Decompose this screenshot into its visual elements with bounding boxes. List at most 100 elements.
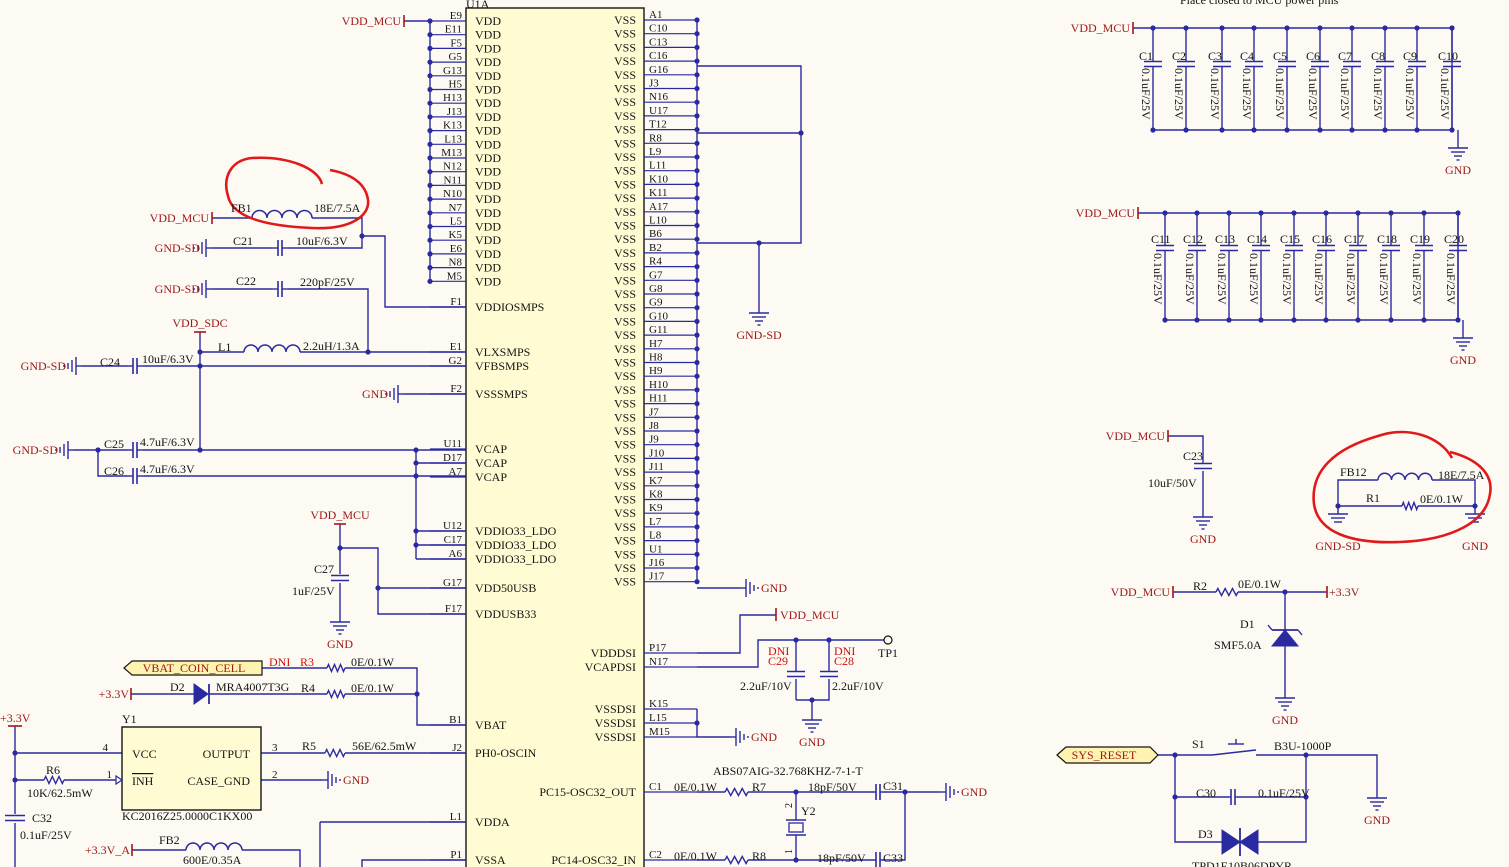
junction-dot (197, 447, 203, 453)
junction-dot (694, 99, 700, 105)
ic-pin-number: K9 (649, 502, 663, 514)
junction-dot (694, 277, 700, 283)
net-gnd-label: GND-SD (21, 359, 67, 373)
wire (696, 709, 730, 738)
net-power-label: VDD_MCU (1076, 206, 1136, 220)
ic-pin-name: VSS (614, 27, 636, 41)
junction-dot (1355, 210, 1361, 216)
decap-value: 0.1uF/25V (1438, 68, 1452, 120)
ic-pin-number: G16 (649, 64, 668, 76)
junction-dot (694, 332, 700, 338)
ic-pin-number: J3 (649, 78, 659, 90)
ic-pin-name: VDD (475, 83, 501, 97)
r6-ref: R6 (46, 763, 60, 777)
junction-dot (694, 17, 700, 23)
tvs-diode-d1 (1270, 629, 1300, 647)
y1-pin-case-gnd: CASE_GND (187, 774, 250, 788)
c26-ref: C26 (104, 464, 124, 478)
junction-dot (694, 113, 700, 119)
ic-pin-name: VBAT (475, 718, 507, 732)
junction-dot (694, 181, 700, 187)
resistor-symbol (326, 662, 346, 674)
fb1-value: 18E/7.5A (314, 201, 361, 215)
r2-value: 0E/0.1W (1238, 577, 1282, 591)
ic-pin-name: VDD50USB (475, 581, 536, 595)
ic-pin-number: E6 (450, 243, 463, 255)
decap-value: 0.1uF/25V (1240, 68, 1254, 120)
junction-dot (793, 637, 799, 643)
fb12-value: 18E/7.5A (1438, 468, 1485, 482)
ic-pin-name: VSS (614, 328, 636, 342)
ic-pin-number: F2 (450, 383, 462, 395)
ic-pin-name: PC15-OSC32_OUT (539, 785, 636, 799)
ic-pin-number: J8 (649, 420, 659, 432)
c22-value: 220pF/25V (300, 275, 355, 289)
ic-pin-number: J9 (649, 434, 659, 446)
y2-ref: Y2 (801, 804, 816, 818)
ic-pin-name: VDD (475, 178, 501, 192)
s1-ref: S1 (1192, 737, 1205, 751)
ic-pin-name: VSS (614, 561, 636, 575)
net-power-label: +3.3V (1329, 585, 1360, 599)
junction-dot (427, 210, 433, 216)
ic-pin-number: H7 (649, 338, 663, 350)
junction-dot (694, 85, 700, 92)
ic-pin-name: VSS (614, 451, 636, 465)
c29-value: 2.2uF/10V (740, 679, 792, 693)
junction-dot (1335, 503, 1341, 509)
ic-pin-number: F5 (450, 37, 462, 49)
d2-ref: D2 (170, 680, 185, 694)
ic-pin-number: J11 (649, 461, 664, 473)
decap-ref: C16 (1312, 232, 1332, 246)
junction-dot (1414, 25, 1420, 31)
ic-pin-name: VSS (614, 150, 636, 164)
ic-pin-number: L7 (649, 516, 662, 528)
symbol-stroke (1267, 624, 1273, 631)
ic-pin-name: VSSA (475, 853, 506, 867)
junction-dot (427, 182, 433, 188)
decap-ref: C13 (1215, 232, 1235, 246)
ic-pin-name: VSS (614, 314, 636, 328)
c24-ref: C24 (100, 355, 120, 369)
junction-dot (427, 278, 433, 284)
junction-dot (694, 387, 700, 393)
junction-dot (427, 223, 433, 230)
net-gnd-label: GND-SD (736, 328, 782, 342)
ic-pin-name: VDD (475, 165, 501, 179)
ic-pin-number: L13 (444, 133, 462, 145)
junction-dot (1226, 210, 1232, 216)
ic-pin-number: N17 (649, 656, 668, 668)
ic-pin-name: VSS (614, 424, 636, 438)
ic-pin-number: H11 (649, 393, 668, 405)
ic-pin-number: P17 (649, 642, 667, 654)
ic-pin-number: R8 (649, 132, 662, 144)
decap-value: 0.1uF/25V (1183, 253, 1197, 305)
net-gnd-label: GND (1450, 353, 1476, 367)
junction-dot (694, 195, 700, 201)
net-gnd-label: GND (362, 387, 388, 401)
net-gnd-label: GND (1190, 532, 1216, 546)
ic-pin-name: VSS (614, 260, 636, 274)
junction-dot (694, 127, 700, 133)
ic-pin-name: VSS (614, 575, 636, 589)
ic-pin-name: VSS (614, 410, 636, 424)
wire (242, 849, 301, 867)
r3-value: 0E/0.1W (351, 655, 395, 669)
ic-pin-number: J7 (649, 406, 659, 418)
ic-pin-name: VSS (614, 13, 636, 27)
c28-value: 2.2uF/10V (832, 679, 884, 693)
ic-pin-number: G2 (449, 355, 462, 367)
junction-dot (694, 414, 700, 420)
c25-value: 4.7uF/6.3V (140, 435, 195, 449)
r7-value: 0E/0.1W (674, 780, 718, 794)
ic-pin-number: L10 (649, 215, 667, 227)
ic-pin-number: K13 (443, 120, 462, 132)
ic-pin-number: A17 (649, 201, 668, 213)
junction-dot (694, 58, 700, 64)
d3-value: TPD1E10B06DPYR (1192, 859, 1292, 867)
ic-pin-name: VSS (614, 534, 636, 548)
ic-pin-number: G7 (649, 269, 663, 281)
r6-value: 10K/62.5mW (27, 786, 93, 800)
junction-dot (1258, 210, 1264, 216)
decap-value: 0.1uF/25V (1280, 253, 1294, 305)
